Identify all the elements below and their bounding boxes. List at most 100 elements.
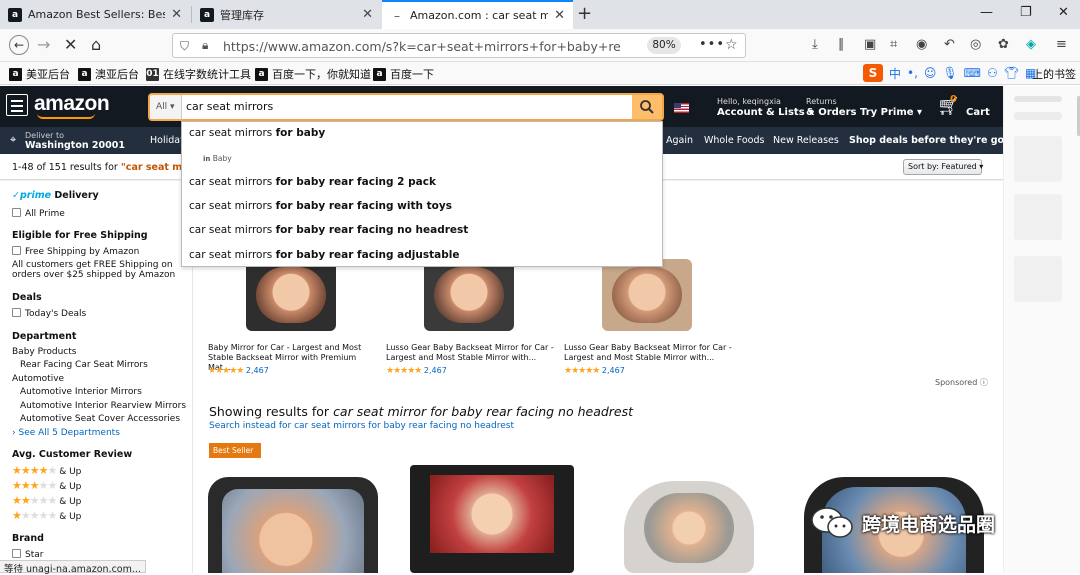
search-button[interactable] [632,95,662,119]
product-rating[interactable]: ★★★★★ 2,467 [386,366,447,376]
nav-link-buy-again[interactable]: Again [666,135,693,146]
library-icon[interactable]: ∥ [838,37,845,52]
skin-icon[interactable]: 👕︎ [1004,66,1019,80]
menu-icon[interactable]: ≡ [1056,37,1067,52]
todays-deals-checkbox[interactable]: Today's Deals [12,308,86,319]
bookmark-item[interactable]: 01 在线字数统计工具 [146,66,251,82]
close-tab-icon[interactable]: ✕ [554,8,565,23]
department-item[interactable]: Automotive Seat Cover Accessories [20,414,180,424]
new-tab-icon[interactable]: + [577,3,592,24]
deliver-to-label[interactable]: Deliver to [25,131,64,140]
emoji-icon[interactable]: ☺ [924,66,937,80]
see-all-departments-link[interactable]: › See All 5 Departments [12,428,120,438]
close-tab-icon[interactable]: ✕ [171,7,182,22]
nav-link-deals[interactable]: Shop deals before they're gone [849,135,1017,146]
rating-filter-4[interactable]: ★★★★★ & Up [12,464,81,477]
cart-label[interactable]: Cart [966,107,990,118]
product-rating[interactable]: ★★★★★ 2,467 [564,366,625,376]
suggestion-item[interactable]: car seat mirrors for baby rear facing wi… [189,200,452,212]
bookmark-item[interactable]: a 百度一下，你就知道 [255,66,371,82]
product-title[interactable]: Lusso Gear Baby Backseat Mirror for Car … [386,343,554,363]
all-prime-checkbox[interactable]: All Prime [12,208,65,219]
shield-icon[interactable]: ⛉ [180,39,189,54]
suggestion-department[interactable]: in Baby [203,154,232,163]
product-image[interactable] [624,481,754,573]
bookmark-star-icon[interactable]: ☆ [725,37,738,53]
other-bookmarks[interactable]: 上的书签 [1032,66,1076,82]
page-actions-icon[interactable]: ••• [699,37,725,52]
nav-link-new-releases[interactable]: New Releases [773,135,839,146]
department-item[interactable]: Baby Products [12,347,76,357]
back-icon[interactable]: ← [9,35,29,55]
sponsored-label[interactable]: Sponsored ⓘ [935,377,988,388]
user-icon[interactable]: ⚇ [987,66,998,80]
try-prime-link[interactable]: Try Prime ▾ [860,107,922,118]
checkbox-icon[interactable] [12,208,21,217]
sidebar-icon[interactable]: ▣ [864,37,876,52]
suggestion-item[interactable]: car seat mirrors for baby rear facing 2 … [189,176,436,188]
close-window-icon[interactable]: ✕ [1058,5,1069,20]
punctuation-icon[interactable]: •, [907,66,918,80]
tab-amazon-search[interactable]: – Amazon.com : car seat mirro ✕ [382,0,573,29]
minimize-icon[interactable]: — [980,5,993,20]
extension-icon[interactable]: ◈ [1026,37,1036,52]
department-item[interactable]: Automotive Interior Rearview Mirrors [20,401,186,411]
location-pin-icon[interactable]: ⌖ [10,133,16,147]
keyboard-icon[interactable]: ⌨ [964,66,981,80]
product-image[interactable] [246,259,336,331]
department-item[interactable]: Rear Facing Car Seat Mirrors [20,360,148,370]
department-item[interactable]: Automotive Interior Mirrors [20,387,142,397]
close-tab-icon[interactable]: ✕ [362,7,373,22]
undo-icon[interactable]: ↶ [944,37,955,52]
returns-label[interactable]: Returns [806,97,837,106]
checkbox-icon[interactable] [12,549,21,558]
product-image[interactable] [424,259,514,331]
sync-icon[interactable]: ✿ [998,37,1009,52]
url-bar[interactable]: ⛉ 🔒︎ https://www.amazon.com/s?k=car+seat… [172,33,746,58]
bookmark-item[interactable]: a 百度一下 [373,66,434,82]
product-image[interactable] [208,477,378,573]
account-greeting[interactable]: Hello, keqingxia [717,97,781,106]
search-category-select[interactable]: All ▾ [150,95,182,119]
download-icon[interactable]: ⤓ [812,37,818,52]
account-icon[interactable]: ◎ [970,37,981,52]
nav-link-whole-foods[interactable]: Whole Foods [704,135,764,146]
rating-filter-1[interactable]: ★★★★★ & Up [12,509,81,522]
sort-by-select[interactable]: Sort by: Featured ▾ [903,159,983,175]
brand-checkbox[interactable]: Star [12,549,43,560]
url-text[interactable]: https://www.amazon.com/s?k=car+seat+mirr… [223,39,621,54]
sogou-logo-icon[interactable]: S [863,64,883,82]
search-instead-link[interactable]: Search instead for car seat mirrors for … [209,421,514,431]
tab-amazon-best-sellers[interactable]: a Amazon Best Sellers: Best Ca ✕ [0,0,190,29]
zoom-indicator[interactable]: 80% [647,37,681,54]
restore-icon[interactable]: ❐ [1020,5,1032,20]
product-rating[interactable]: ★★★★★ 2,467 [208,366,269,376]
sogou-mode[interactable]: 中 [889,65,901,82]
bookmark-item[interactable]: a 美亚后台 [9,66,70,82]
suggestion-item[interactable]: car seat mirrors for baby [189,127,325,139]
search-input[interactable]: car seat mirrors [186,100,273,113]
checkbox-icon[interactable] [12,246,21,255]
product-image[interactable] [410,465,574,573]
tab-manage-inventory[interactable]: a 管理库存 ✕ [192,0,381,29]
chat-icon[interactable]: ◉ [916,37,927,52]
deliver-location[interactable]: Washington 20001 [25,140,125,151]
home-icon[interactable]: ⌂ [91,35,101,54]
forward-icon[interactable]: → [37,35,50,54]
suggestion-item[interactable]: car seat mirrors for baby rear facing ad… [189,249,459,261]
rating-filter-3[interactable]: ★★★★★ & Up [12,479,81,492]
checkbox-icon[interactable] [12,308,21,317]
screenshot-icon[interactable]: ⌗ [890,37,897,52]
department-item[interactable]: Automotive [12,374,64,384]
stop-loading-icon[interactable]: ✕ [64,35,77,54]
microphone-icon[interactable]: 🎙︎ [942,66,957,80]
account-lists-link[interactable]: Account & Lists ▾ [717,107,813,118]
rating-filter-2[interactable]: ★★★★★ & Up [12,494,81,507]
search-box[interactable]: All ▾ car seat mirrors [148,93,664,121]
hamburger-menu-icon[interactable] [6,94,28,116]
sogou-toolbar[interactable]: S 中 •, ☺ 🎙︎ ⌨ ⚇ 👕︎ ▦ [863,64,1036,82]
lock-icon[interactable]: 🔒︎ [202,38,208,53]
orders-link[interactable]: & Orders [806,107,856,118]
corrected-query[interactable]: car seat mirror for baby rear facing no … [333,404,633,419]
bookmark-item[interactable]: a 澳亚后台 [78,66,139,82]
